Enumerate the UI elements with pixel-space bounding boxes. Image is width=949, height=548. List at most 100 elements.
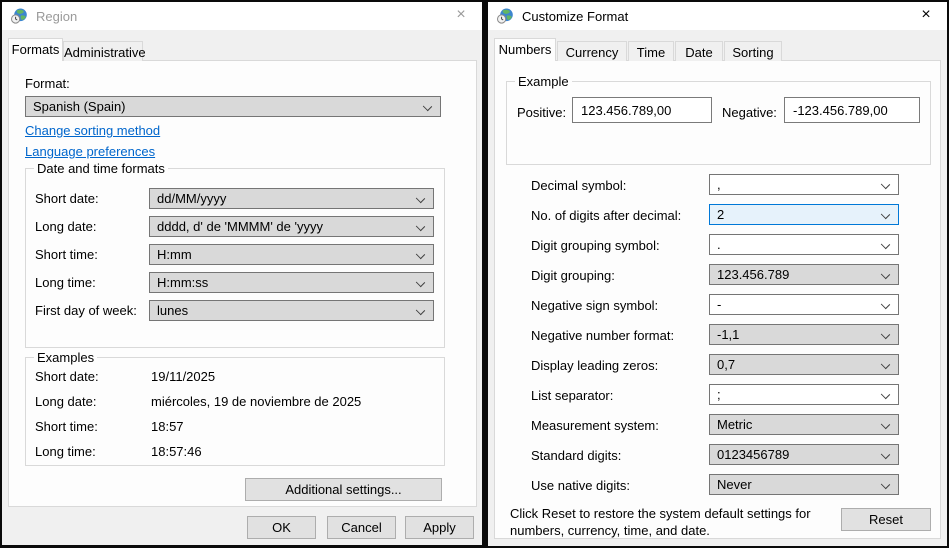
first-day-of-week-dropdown[interactable]: lunes — [149, 300, 434, 321]
reset-button[interactable]: Reset — [841, 508, 931, 531]
globe-clock-icon — [11, 8, 27, 24]
chevron-down-icon — [415, 277, 426, 288]
measurement-system-label: Measurement system: — [531, 418, 659, 433]
short-time-value: H:mm — [157, 247, 192, 262]
short-date-value: dd/MM/yyyy — [157, 191, 227, 206]
display-leading-zeros-label: Display leading zeros: — [531, 358, 659, 373]
region-titlebar: Region × — [2, 2, 482, 30]
chevron-down-icon — [880, 179, 891, 190]
use-native-digits-dropdown[interactable]: Never — [709, 474, 899, 495]
tab-date-label: Date — [685, 45, 713, 60]
tab-administrative-label: Administrative — [64, 45, 146, 60]
examples-group-title: Examples — [34, 350, 98, 365]
digits-after-decimal-dropdown[interactable]: 2 — [709, 204, 899, 225]
first-day-of-week-value: lunes — [157, 303, 189, 318]
digit-grouping-symbol-value: . — [717, 237, 721, 252]
format-label: Format: — [25, 76, 70, 91]
close-icon[interactable]: × — [905, 2, 947, 30]
negative-example-field[interactable]: -123.456.789,00 — [784, 97, 920, 123]
negative-sign-symbol-dropdown[interactable]: - — [709, 294, 899, 315]
format-dropdown[interactable]: Spanish (Spain) — [25, 96, 441, 117]
tab-time[interactable]: Time — [628, 41, 674, 61]
cancel-button[interactable]: Cancel — [327, 516, 396, 539]
tab-formats[interactable]: Formats — [8, 38, 63, 61]
display-leading-zeros-dropdown[interactable]: 0,7 — [709, 354, 899, 375]
example-long-time-value: 18:57:46 — [151, 444, 202, 459]
tab-sorting[interactable]: Sorting — [724, 41, 782, 61]
negative-number-format-dropdown[interactable]: -1,1 — [709, 324, 899, 345]
measurement-system-dropdown[interactable]: Metric — [709, 414, 899, 435]
example-short-date-value: 19/11/2025 — [151, 369, 216, 384]
decimal-symbol-dropdown[interactable]: , — [709, 174, 899, 195]
tab-sorting-label: Sorting — [732, 45, 774, 60]
ok-button[interactable]: OK — [247, 516, 316, 539]
digit-grouping-symbol-label: Digit grouping symbol: — [531, 238, 660, 253]
customize-format-dialog: Customize Format × Numbers Currency Time… — [488, 2, 947, 546]
tab-administrative[interactable]: Administrative — [63, 41, 146, 61]
close-icon[interactable]: × — [440, 2, 482, 30]
chevron-down-icon — [880, 389, 891, 400]
standard-digits-dropdown[interactable]: 0123456789 — [709, 444, 899, 465]
tab-numbers-label: Numbers — [498, 42, 552, 57]
window-title: Customize Format — [522, 9, 629, 24]
standard-digits-label: Standard digits: — [531, 448, 622, 463]
tab-formats-label: Formats — [11, 42, 60, 57]
formats-tab-page: Format: Spanish (Spain) Change sorting m… — [8, 60, 477, 507]
long-date-dropdown[interactable]: dddd, d' de 'MMMM' de 'yyyy — [149, 216, 434, 237]
chevron-down-icon — [880, 449, 891, 460]
chevron-down-icon — [880, 479, 891, 490]
reset-note: Click Reset to restore the system defaul… — [510, 506, 811, 538]
negative-sign-symbol-value: - — [717, 297, 722, 312]
digit-grouping-dropdown[interactable]: 123.456.789 — [709, 264, 899, 285]
chevron-down-icon — [880, 209, 891, 220]
positive-label: Positive: — [517, 105, 567, 120]
display-leading-zeros-value: 0,7 — [717, 357, 736, 372]
negative-sign-symbol-label: Negative sign symbol: — [531, 298, 659, 313]
use-native-digits-value: Never — [717, 477, 752, 492]
chevron-down-icon — [880, 419, 891, 430]
short-date-dropdown[interactable]: dd/MM/yyyy — [149, 188, 434, 209]
chevron-down-icon — [880, 299, 891, 310]
format-dropdown-value: Spanish (Spain) — [33, 99, 126, 114]
positive-example-field[interactable]: 123.456.789,00 — [572, 97, 712, 123]
additional-settings-button[interactable]: Additional settings... — [245, 478, 442, 501]
chevron-down-icon — [415, 249, 426, 260]
short-time-dropdown[interactable]: H:mm — [149, 244, 434, 265]
measurement-system-value: Metric — [717, 417, 753, 432]
chevron-down-icon — [880, 359, 891, 370]
example-group: Example Positive: 123.456.789,00 Negativ… — [506, 74, 931, 165]
decimal-symbol-label: Decimal symbol: — [531, 178, 627, 193]
example-short-date-label: Short date: — [35, 369, 99, 384]
apply-button[interactable]: Apply — [405, 516, 474, 539]
globe-clock-icon — [497, 8, 513, 24]
long-date-value: dddd, d' de 'MMMM' de 'yyyy — [157, 219, 323, 234]
tab-numbers[interactable]: Numbers — [494, 38, 556, 61]
example-long-time-label: Long time: — [35, 444, 96, 459]
window-title: Region — [36, 9, 78, 24]
tab-currency[interactable]: Currency — [557, 41, 627, 61]
customize-tabstrip: Numbers Currency Time Date Sorting — [494, 38, 941, 61]
language-preferences-link[interactable]: Language preferences — [25, 144, 155, 159]
digit-grouping-value: 123.456.789 — [717, 267, 790, 282]
change-sorting-method-link[interactable]: Change sorting method — [25, 123, 160, 138]
chevron-down-icon — [415, 193, 426, 204]
datetime-formats-group-title: Date and time formats — [34, 161, 168, 176]
tab-date[interactable]: Date — [675, 41, 723, 61]
tab-time-label: Time — [636, 45, 666, 60]
long-time-label: Long time: — [35, 275, 96, 290]
negative-number-format-label: Negative number format: — [531, 328, 675, 343]
digit-grouping-label: Digit grouping: — [531, 268, 615, 283]
list-separator-label: List separator: — [531, 388, 614, 403]
list-separator-value: ; — [717, 387, 721, 402]
long-time-value: H:mm:ss — [157, 275, 209, 290]
tab-currency-label: Currency — [565, 45, 619, 60]
digit-grouping-symbol-dropdown[interactable]: . — [709, 234, 899, 255]
list-separator-dropdown[interactable]: ; — [709, 384, 899, 405]
use-native-digits-label: Use native digits: — [531, 478, 630, 493]
long-time-dropdown[interactable]: H:mm:ss — [149, 272, 434, 293]
numbers-tab-page: Example Positive: 123.456.789,00 Negativ… — [494, 60, 941, 539]
first-day-of-week-label: First day of week: — [35, 303, 137, 318]
short-date-label: Short date: — [35, 191, 99, 206]
example-short-time-value: 18:57 — [151, 419, 184, 434]
short-time-label: Short time: — [35, 247, 98, 262]
